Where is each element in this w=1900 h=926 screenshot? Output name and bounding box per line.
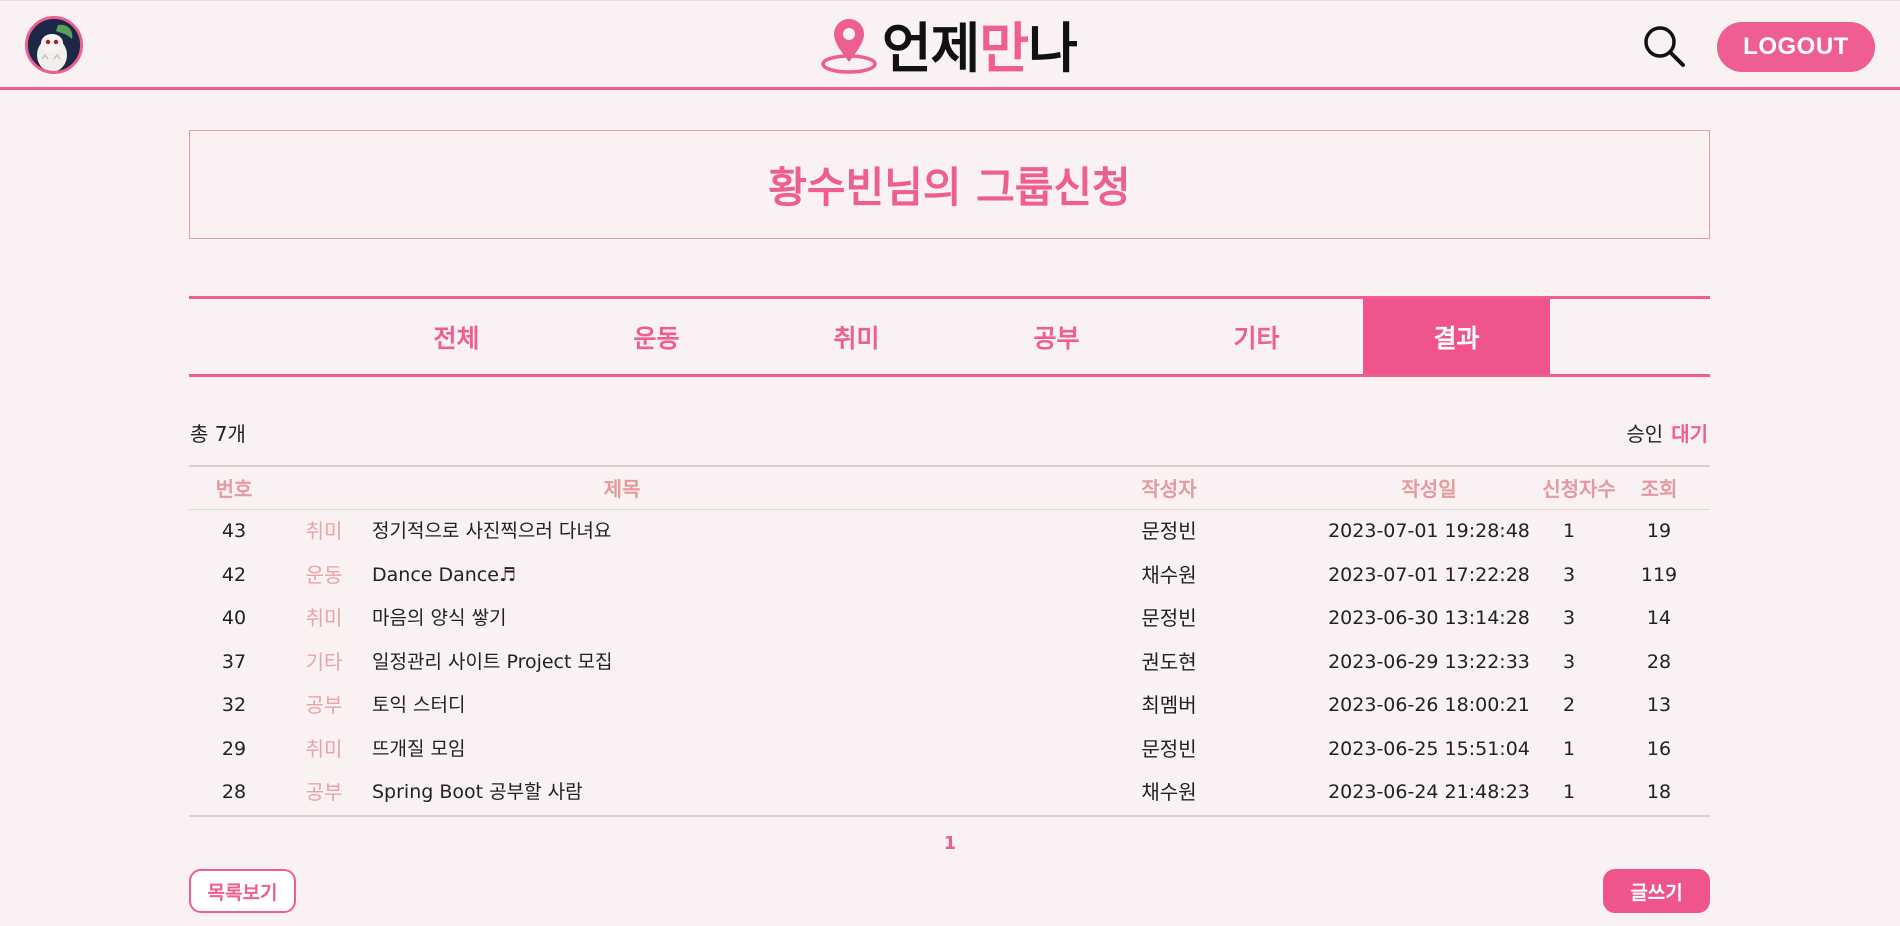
status-filter: 승인 대기 [1626,418,1708,447]
category-tabs: 전체 운동 취미 공부 기타 결과 [189,296,1710,377]
tab-etc[interactable]: 기타 [1163,299,1350,374]
row-number: 40 [221,607,247,629]
table-row[interactable]: 42 운동 Dance Dance♬ 채수원 2023-07-01 17:22:… [189,554,1710,598]
row-date: 2023-07-01 19:28:48 [1328,520,1530,542]
avatar-character-icon [28,19,80,71]
row-author: 최멤버 [1141,693,1197,717]
row-applicants: 3 [1562,563,1576,586]
location-pin-icon [821,19,877,74]
row-views: 16 [1646,737,1672,760]
table-row[interactable]: 32 공부 토익 스터디 최멤버 2023-06-26 18:00:21 2 1… [189,684,1710,728]
row-applicants: 3 [1562,607,1576,629]
row-title-link[interactable]: 마음의 양식 쌓기 [372,597,1072,641]
header-views: 조회 [1640,477,1678,501]
row-views: 14 [1646,607,1672,629]
row-author: 권도현 [1141,649,1197,674]
row-title-link[interactable]: 토익 스터디 [372,684,1072,728]
row-title-link[interactable]: 일정관리 사이트 Project 모집 [372,641,1072,685]
list-view-button[interactable]: 목록보기 [189,869,296,913]
row-number: 29 [221,737,247,760]
total-count: 총 7개 [190,422,246,446]
row-number: 28 [221,781,247,803]
header-no: 번호 [215,477,253,501]
row-date: 2023-06-25 15:51:04 [1328,737,1530,760]
row-views: 119 [1640,563,1678,586]
row-number: 43 [221,520,247,542]
row-number: 42 [221,563,247,586]
row-views: 18 [1646,781,1672,803]
tab-result[interactable]: 결과 [1363,299,1550,374]
page-number-current[interactable]: 1 [940,833,960,854]
row-category: 취미 [305,519,343,543]
row-date: 2023-06-26 18:00:21 [1328,694,1530,716]
user-avatar[interactable] [25,16,83,74]
row-title-link[interactable]: 뜨개질 모임 [372,728,1072,772]
logout-button[interactable]: LOGOUT [1717,22,1875,72]
row-views: 28 [1646,650,1672,673]
row-applicants: 1 [1562,520,1576,542]
row-date: 2023-06-30 13:14:28 [1328,607,1530,629]
tab-all[interactable]: 전체 [363,299,550,374]
tab-exercise[interactable]: 운동 [563,299,750,374]
row-author: 문정빈 [1141,519,1197,543]
row-date: 2023-06-29 13:22:33 [1328,650,1530,673]
tab-study[interactable]: 공부 [963,299,1150,374]
header-title: 제목 [603,477,641,501]
table-row[interactable]: 28 공부 Spring Boot 공부할 사람 채수원 2023-06-24 … [189,771,1710,815]
row-date: 2023-06-24 21:48:23 [1328,781,1530,803]
row-title-link[interactable]: 정기적으로 사진찍으러 다녀요 [372,510,1072,554]
table-row[interactable]: 29 취미 뜨개질 모임 문정빈 2023-06-25 15:51:04 1 1… [189,728,1710,772]
header-author: 작성자 [1141,477,1197,501]
row-author: 문정빈 [1141,606,1197,630]
row-views: 13 [1646,694,1672,716]
row-applicants: 1 [1562,737,1576,760]
row-applicants: 3 [1562,650,1576,673]
row-title-link[interactable]: Dance Dance♬ [372,554,1072,598]
header-applicants: 신청자수 [1542,477,1616,501]
row-number: 37 [221,650,247,673]
application-table: 번호 제목 작성자 작성일 신청자수 조회 43 취미 정기적으로 사진찍으러 … [189,465,1710,817]
row-category: 공부 [305,780,343,804]
write-post-button[interactable]: 글쓰기 [1603,869,1710,913]
page-title: 황수빈님의 그룹신청 [768,163,1131,212]
row-author: 채수원 [1141,780,1197,804]
row-category: 취미 [305,606,343,630]
row-category: 운동 [305,562,343,587]
row-author: 채수원 [1141,562,1197,587]
row-views: 19 [1646,520,1672,542]
header-date: 작성일 [1401,477,1457,501]
search-icon [1644,26,1685,67]
row-category: 공부 [305,693,343,717]
row-applicants: 1 [1562,781,1576,803]
row-number: 32 [221,694,247,716]
page-title-box: 황수빈님의 그룹신청 [189,130,1710,239]
table-row[interactable]: 43 취미 정기적으로 사진찍으러 다녀요 문정빈 2023-07-01 19:… [189,510,1710,554]
top-header: 언제만나 LOGOUT [0,0,1900,90]
table-row[interactable]: 37 기타 일정관리 사이트 Project 모집 권도현 2023-06-29… [189,641,1710,685]
tab-hobby[interactable]: 취미 [763,299,950,374]
row-category: 취미 [305,736,343,761]
row-author: 문정빈 [1141,736,1197,761]
logo-text: 언제만나 [882,16,1078,80]
search-button[interactable] [1640,23,1688,71]
site-logo[interactable]: 언제만나 [818,11,1078,80]
row-category: 기타 [305,649,343,674]
table-header: 번호 제목 작성자 작성일 신청자수 조회 [189,467,1710,510]
row-title-link[interactable]: Spring Boot 공부할 사람 [372,771,1072,815]
filter-waiting[interactable]: 대기 [1671,422,1708,446]
row-date: 2023-07-01 17:22:28 [1328,563,1530,586]
table-row[interactable]: 40 취미 마음의 양식 쌓기 문정빈 2023-06-30 13:14:28 … [189,597,1710,641]
filter-approved[interactable]: 승인 [1626,422,1663,446]
row-applicants: 2 [1562,694,1576,716]
